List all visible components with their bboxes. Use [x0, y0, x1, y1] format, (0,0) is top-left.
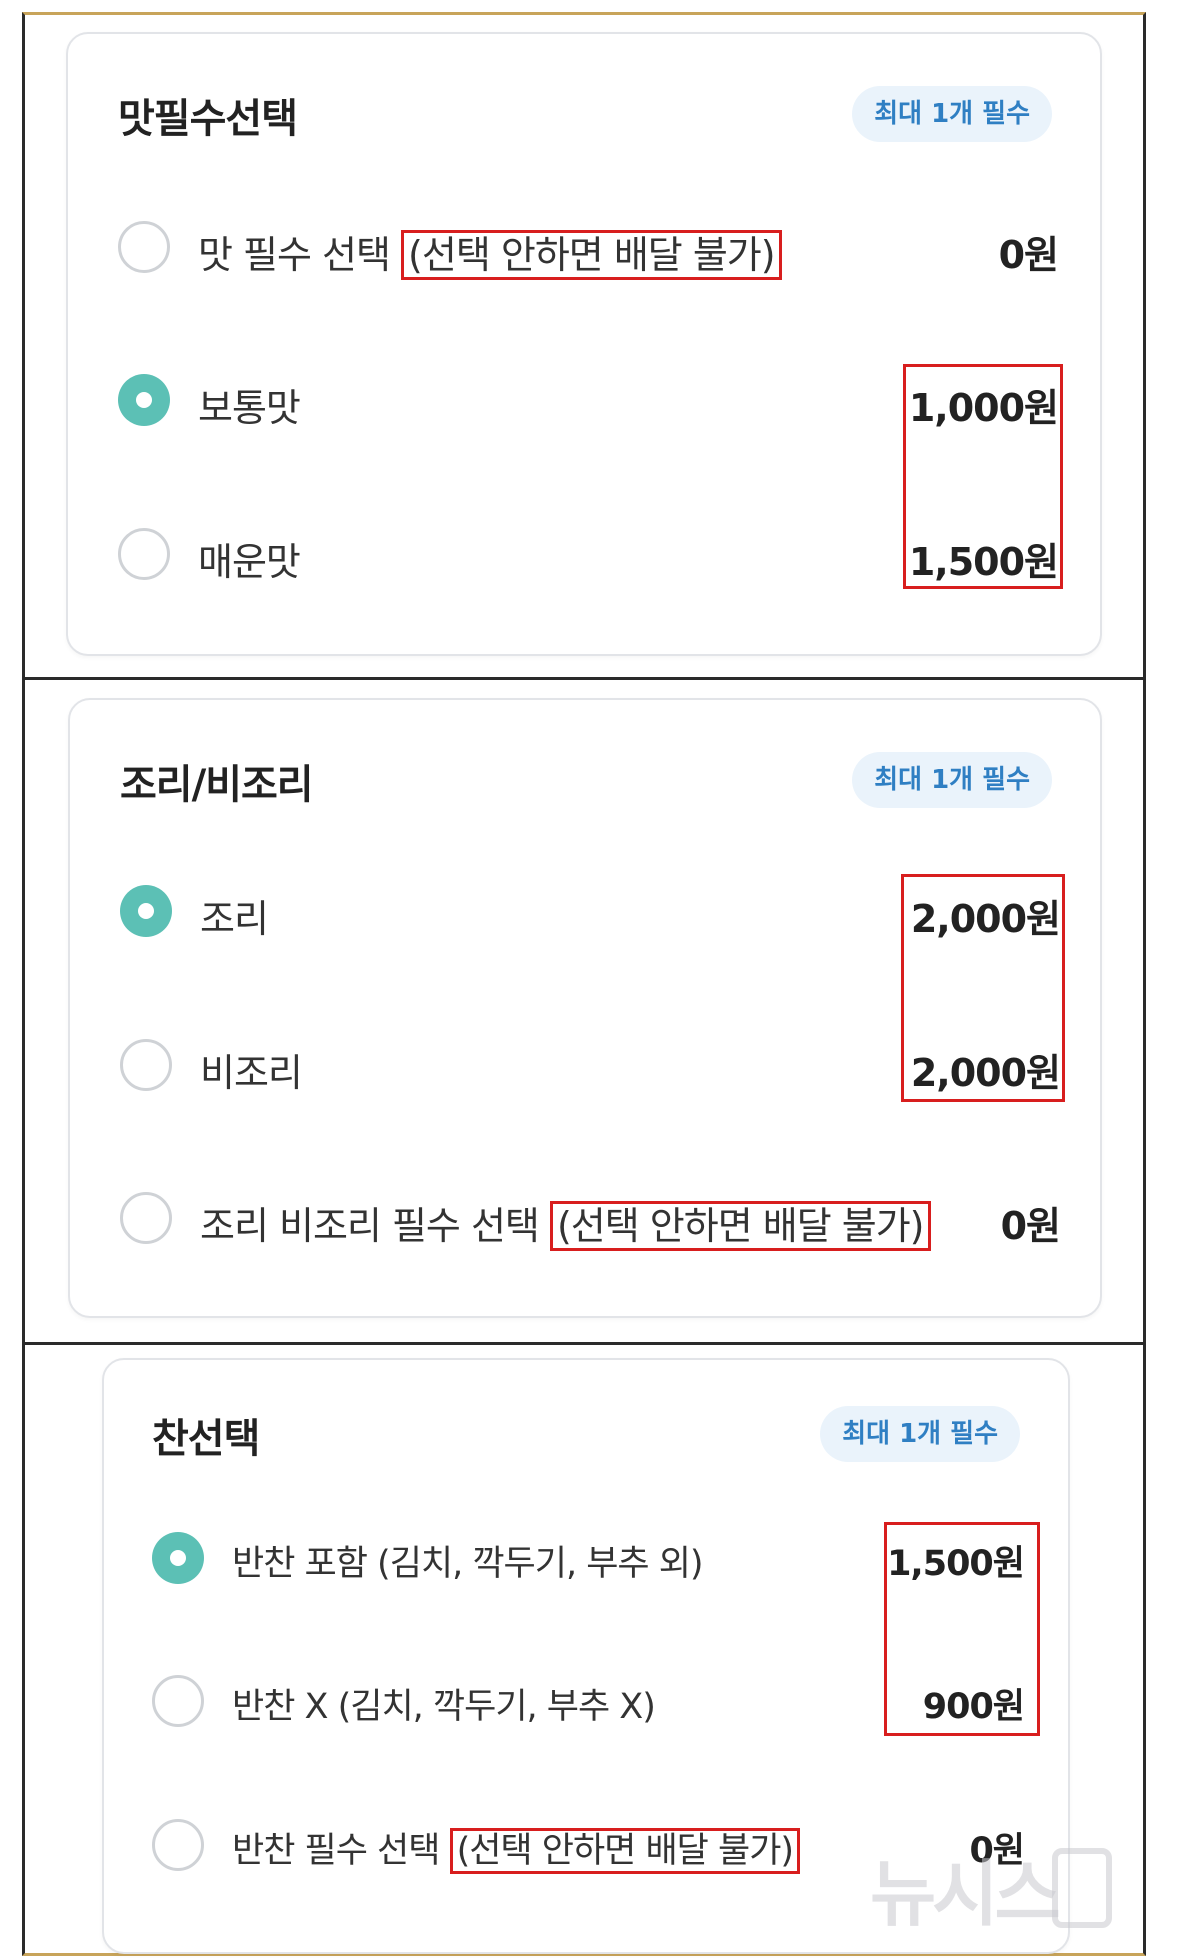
price-highlight-box — [903, 364, 1063, 589]
panel-divider — [22, 677, 1146, 680]
option-label: 매운맛 — [198, 540, 301, 584]
highlight-note: (선택 안하면 배달 불가) — [449, 1828, 801, 1874]
price-highlight-box — [884, 1522, 1040, 1736]
option-label: 보통맛 — [198, 386, 301, 430]
watermark-mark — [1052, 1848, 1112, 1928]
highlight-note: (선택 안하면 배달 불가) — [549, 1201, 931, 1251]
radio-button[interactable] — [152, 1819, 204, 1871]
option-label: 비조리 — [200, 1051, 303, 1095]
highlight-note: (선택 안하면 배달 불가) — [401, 230, 782, 280]
required-badge: 최대 1개 필수 — [852, 86, 1052, 142]
radio-button[interactable] — [120, 1192, 172, 1244]
option-label: 조리 비조리 필수 선택 (선택 안하면 배달 불가) — [200, 1195, 931, 1251]
radio-button[interactable] — [118, 528, 170, 580]
radio-button[interactable] — [118, 221, 170, 273]
section-title: 찬선택 — [152, 1416, 260, 1462]
option-label: 조리 — [200, 897, 269, 941]
radio-button[interactable] — [120, 1039, 172, 1091]
required-badge: 최대 1개 필수 — [852, 752, 1052, 808]
radio-button-selected[interactable] — [118, 374, 170, 426]
radio-button-selected[interactable] — [152, 1532, 204, 1584]
option-label: 맛 필수 선택 (선택 안하면 배달 불가) — [198, 224, 782, 280]
required-badge: 최대 1개 필수 — [820, 1406, 1020, 1462]
watermark-logo: 뉴시스 — [870, 1852, 1061, 1936]
option-label: 반찬 X (김치, 깍두기, 부추 X) — [232, 1687, 656, 1727]
radio-button[interactable] — [152, 1675, 204, 1727]
section-title: 조리/비조리 — [120, 762, 314, 808]
option-price: 0원 — [998, 233, 1059, 277]
radio-button-selected[interactable] — [120, 885, 172, 937]
option-label: 반찬 필수 선택 (선택 안하면 배달 불가) — [232, 1822, 801, 1874]
option-row[interactable]: 맛 필수 선택 (선택 안하면 배달 불가) 0원 — [118, 214, 1059, 284]
option-label: 반찬 포함 (김치, 깍두기, 부추 외) — [232, 1544, 704, 1584]
panel-divider — [22, 1342, 1146, 1345]
option-price: 0원 — [1000, 1204, 1061, 1248]
option-row[interactable]: 조리 비조리 필수 선택 (선택 안하면 배달 불가) 0원 — [120, 1185, 1061, 1255]
section-title: 맛필수선택 — [118, 96, 298, 142]
price-highlight-box — [901, 874, 1065, 1102]
